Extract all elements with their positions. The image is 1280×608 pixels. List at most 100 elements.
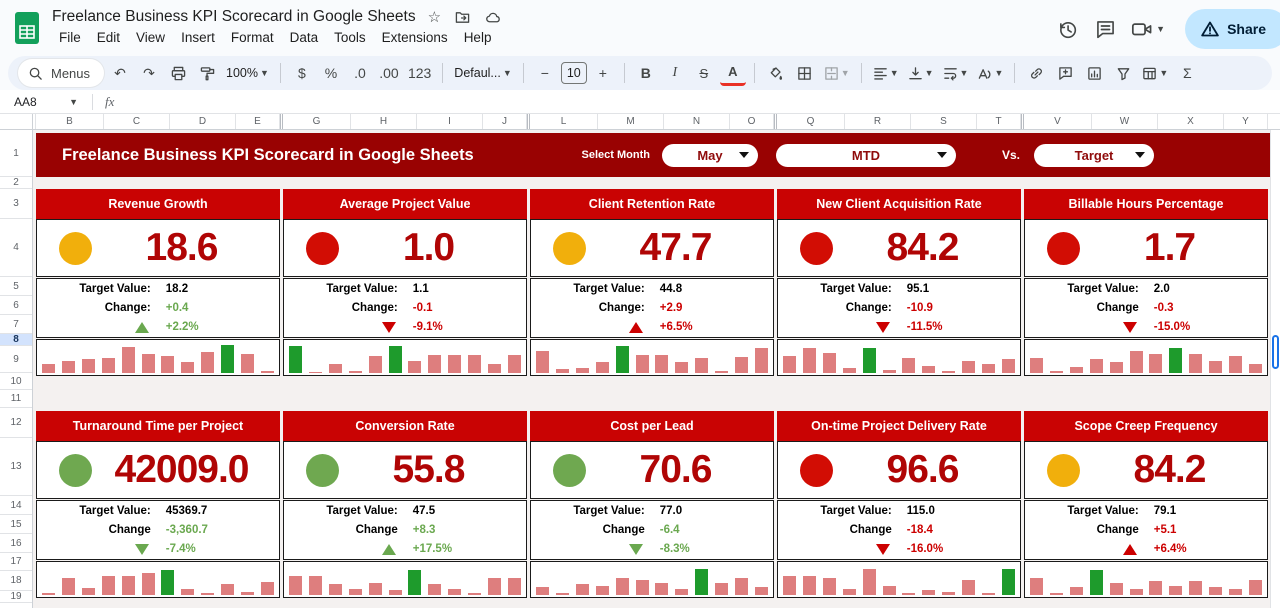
text-wrap-button[interactable]: ▼ [940, 60, 972, 86]
redo-button[interactable]: ↷ [136, 60, 162, 86]
column-header-X[interactable]: X [1158, 114, 1224, 129]
menu-format[interactable]: Format [224, 29, 281, 46]
row-header-1[interactable]: 1 [0, 130, 32, 177]
strikethrough-button[interactable]: S [691, 60, 717, 86]
vertical-scrollbar[interactable] [1270, 130, 1280, 608]
insert-chart-button[interactable] [1081, 60, 1107, 86]
kpi-card[interactable]: Cost per Lead 70.6 Target Value: 77.0 Ch… [530, 411, 774, 598]
functions-button[interactable]: Σ [1174, 60, 1200, 86]
bold-button[interactable]: B [633, 60, 659, 86]
font-size-input[interactable]: 10 [561, 62, 587, 84]
undo-button[interactable]: ↶ [107, 60, 133, 86]
row-header-17[interactable]: 17 [0, 553, 32, 571]
column-header-G[interactable]: G [283, 114, 351, 129]
increase-decimal-button[interactable]: .00 [376, 60, 402, 86]
row-header-19[interactable]: 19 [0, 591, 32, 603]
share-button[interactable]: Share [1185, 9, 1280, 49]
menu-tools[interactable]: Tools [327, 29, 373, 46]
month-dropdown[interactable]: May [662, 144, 758, 167]
format-percent-button[interactable]: % [318, 60, 344, 86]
row-header-14[interactable]: 14 [0, 496, 32, 515]
column-header-N[interactable]: N [664, 114, 730, 129]
borders-button[interactable] [792, 60, 818, 86]
row-header-18[interactable]: 18 [0, 571, 32, 591]
number-format-button[interactable]: 123 [405, 60, 434, 86]
menus-search-button[interactable]: Menus [18, 59, 104, 87]
column-header-J[interactable]: J [483, 114, 527, 129]
move-folder-icon[interactable] [454, 10, 471, 25]
print-button[interactable] [165, 60, 191, 86]
row-header-5[interactable]: 5 [0, 277, 32, 296]
column-header-W[interactable]: W [1092, 114, 1158, 129]
merge-cells-button[interactable]: ▼ [821, 60, 853, 86]
menu-file[interactable]: File [52, 29, 88, 46]
menu-extensions[interactable]: Extensions [375, 29, 455, 46]
menu-help[interactable]: Help [457, 29, 499, 46]
select-all-corner[interactable] [0, 114, 33, 129]
name-box[interactable]: AA8 ▼ [0, 95, 86, 109]
column-header-L[interactable]: L [530, 114, 598, 129]
kpi-card[interactable]: Conversion Rate 55.8 Target Value: 47.5 … [283, 411, 527, 598]
decrease-decimal-button[interactable]: .0 [347, 60, 373, 86]
create-filter-button[interactable] [1110, 60, 1136, 86]
column-header-O[interactable]: O [730, 114, 774, 129]
column-header-M[interactable]: M [598, 114, 664, 129]
column-header-Y[interactable]: Y [1224, 114, 1268, 129]
formula-input[interactable] [114, 90, 1280, 113]
text-color-button[interactable]: A [720, 60, 746, 86]
format-currency-button[interactable]: $ [289, 60, 315, 86]
row-header-6[interactable]: 6 [0, 296, 32, 315]
paint-format-button[interactable] [194, 60, 220, 86]
menu-edit[interactable]: Edit [90, 29, 127, 46]
table-views-button[interactable]: ▼ [1139, 60, 1171, 86]
menu-data[interactable]: Data [283, 29, 326, 46]
menu-insert[interactable]: Insert [174, 29, 222, 46]
italic-button[interactable]: I [662, 60, 688, 86]
insert-comment-button[interactable] [1052, 60, 1078, 86]
meet-dropdown-caret-icon[interactable]: ▼ [1156, 24, 1165, 34]
kpi-card[interactable]: Scope Creep Frequency 84.2 Target Value:… [1024, 411, 1268, 598]
row-header-10[interactable]: 10 [0, 373, 32, 390]
column-header-H[interactable]: H [351, 114, 417, 129]
column-header-C[interactable]: C [104, 114, 170, 129]
meet-call-button[interactable]: ▼ [1131, 19, 1165, 39]
star-icon[interactable]: ☆ [428, 10, 441, 25]
column-header-I[interactable]: I [417, 114, 483, 129]
row-header-9[interactable]: 9 [0, 346, 32, 373]
kpi-card[interactable]: On-time Project Delivery Rate 96.6 Targe… [777, 411, 1021, 598]
row-header-2[interactable]: 2 [0, 177, 32, 189]
column-header-Q[interactable]: Q [777, 114, 845, 129]
column-header-B[interactable]: B [36, 114, 104, 129]
kpi-card[interactable]: Turnaround Time per Project 42009.0 Targ… [36, 411, 280, 598]
column-header-V[interactable]: V [1024, 114, 1092, 129]
column-header-S[interactable]: S [911, 114, 977, 129]
kpi-card[interactable]: New Client Acquisition Rate 84.2 Target … [777, 189, 1021, 376]
row-header-11[interactable]: 11 [0, 390, 32, 408]
row-header-12[interactable]: 12 [0, 408, 32, 438]
kpi-card[interactable]: Billable Hours Percentage 1.7 Target Val… [1024, 189, 1268, 376]
period-dropdown[interactable]: MTD [776, 144, 956, 167]
row-header-3[interactable]: 3 [0, 189, 32, 219]
column-header-R[interactable]: R [845, 114, 911, 129]
text-rotation-button[interactable]: ▼ [974, 60, 1006, 86]
decrease-font-size-button[interactable]: − [532, 60, 558, 86]
row-header-4[interactable]: 4 [0, 219, 32, 277]
sheets-logo-icon[interactable] [14, 11, 40, 45]
kpi-card[interactable]: Revenue Growth 18.6 Target Value: 18.2 C… [36, 189, 280, 376]
vertical-align-button[interactable]: ▼ [905, 60, 937, 86]
comments-icon[interactable] [1093, 17, 1117, 41]
compare-dropdown[interactable]: Target [1034, 144, 1154, 167]
row-header-7[interactable]: 7 [0, 315, 32, 334]
column-header-T[interactable]: T [977, 114, 1021, 129]
sheet-canvas[interactable]: Freelance Business KPI Scorecard in Goog… [33, 130, 1270, 608]
row-header-8[interactable]: 8 [0, 334, 32, 346]
font-select[interactable]: Defaul... ▼ [451, 60, 514, 86]
zoom-select[interactable]: 100% ▼ [223, 60, 272, 86]
version-history-icon[interactable] [1055, 17, 1079, 41]
document-title[interactable]: Freelance Business KPI Scorecard in Goog… [52, 8, 416, 26]
cloud-status-icon[interactable] [484, 10, 502, 25]
kpi-card[interactable]: Average Project Value 1.0 Target Value: … [283, 189, 527, 376]
row-header-15[interactable]: 15 [0, 515, 32, 534]
menu-view[interactable]: View [129, 29, 172, 46]
increase-font-size-button[interactable]: + [590, 60, 616, 86]
